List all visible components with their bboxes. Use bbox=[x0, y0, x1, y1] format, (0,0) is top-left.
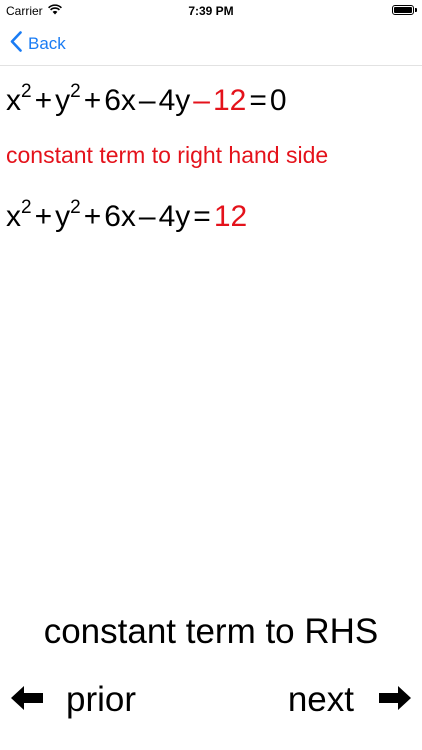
operator: + bbox=[83, 84, 102, 117]
step-hint: constant term to right hand side bbox=[6, 142, 329, 168]
navigation-bar: Back bbox=[0, 22, 422, 66]
operator: + bbox=[34, 84, 53, 117]
term-6x: 6x bbox=[104, 84, 136, 117]
term-x: x bbox=[6, 200, 21, 233]
status-time: 7:39 PM bbox=[188, 4, 234, 18]
status-bar: Carrier 7:39 PM bbox=[0, 0, 422, 22]
next-button[interactable]: next bbox=[288, 680, 412, 720]
equals-sign: = bbox=[249, 84, 267, 117]
exponent: 2 bbox=[21, 81, 32, 102]
constant-term-highlighted: 12 bbox=[212, 84, 247, 117]
battery-icon bbox=[392, 5, 417, 15]
right-hand-side-highlighted: 12 bbox=[213, 200, 248, 233]
operator: – bbox=[138, 200, 156, 233]
term-6x: 6x bbox=[104, 200, 136, 233]
original-equation: x2 + y2 +6x –4y –12 = 0 bbox=[6, 82, 287, 117]
equals-sign: = bbox=[193, 200, 211, 233]
bottom-navigation: prior next bbox=[0, 676, 422, 730]
back-label: Back bbox=[28, 34, 66, 53]
term-y: y bbox=[55, 200, 71, 233]
transformed-equation: x2 + y2 +6x –4y = 12 bbox=[6, 198, 248, 233]
chevron-left-icon bbox=[10, 31, 28, 57]
operator: + bbox=[34, 200, 53, 233]
term-4y: 4y bbox=[158, 84, 191, 117]
arrow-left-icon bbox=[10, 685, 44, 716]
screen: Carrier 7:39 PM Back x2 + y2 +6x –4y –12 = 0 co… bbox=[0, 0, 422, 750]
exponent: 2 bbox=[70, 81, 81, 102]
operator: + bbox=[83, 200, 102, 233]
arrow-right-icon bbox=[378, 685, 412, 716]
right-hand-side: 0 bbox=[269, 84, 287, 117]
term-y: y bbox=[55, 84, 71, 117]
prior-label: prior bbox=[66, 680, 137, 719]
operator: – bbox=[138, 84, 156, 117]
step-caption: constant term to RHS bbox=[43, 612, 379, 651]
prior-button[interactable]: prior bbox=[10, 680, 136, 720]
operator-highlighted: – bbox=[193, 84, 210, 117]
exponent: 2 bbox=[21, 197, 32, 218]
exponent: 2 bbox=[70, 197, 81, 218]
back-button[interactable]: Back bbox=[10, 31, 66, 57]
term-4y: 4y bbox=[158, 200, 191, 233]
term-x: x bbox=[6, 84, 21, 117]
next-label: next bbox=[287, 680, 354, 719]
